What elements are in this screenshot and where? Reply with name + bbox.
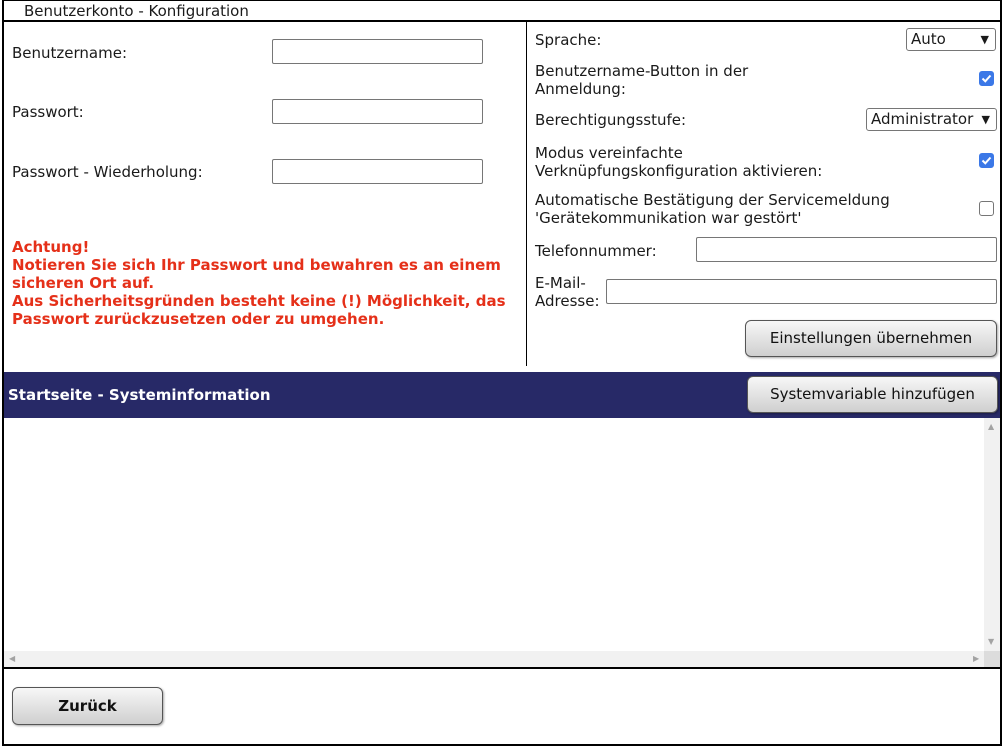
password-repeat-label: Passwort - Wiederholung:: [12, 163, 203, 181]
checkmark-icon: [981, 74, 992, 83]
dialog-title: Benutzerkonto - Konfiguration: [4, 0, 1000, 22]
settings-panel: Sprache: Auto ▼ Benutzername-Button in d…: [527, 22, 1002, 372]
email-label-line1: E-Mail-: [535, 274, 586, 292]
chevron-down-icon: ▼: [981, 113, 990, 126]
scroll-right-icon[interactable]: ▶: [973, 655, 979, 663]
auto-confirm-label-line2: 'Gerätekommunikation war gestört': [535, 209, 802, 227]
simplified-mode-checkbox[interactable]: [979, 153, 994, 168]
scroll-left-icon[interactable]: ◀: [9, 655, 15, 663]
system-info-list[interactable]: [4, 418, 1000, 668]
warning-line: Notieren Sie sich Ihr Passwort und bewah…: [12, 256, 501, 274]
simplified-mode-label-line1: Modus vereinfachte: [535, 144, 683, 162]
language-select-value: Auto: [911, 30, 946, 48]
username-button-checkbox[interactable]: [979, 71, 994, 86]
language-select[interactable]: Auto ▼: [906, 28, 996, 51]
scroll-down-icon[interactable]: ▼: [988, 638, 994, 646]
email-label-line2: Adresse:: [535, 292, 600, 310]
vertical-scrollbar[interactable]: ▲ ▼: [984, 418, 1000, 651]
phone-label: Telefonnummer:: [535, 242, 657, 260]
system-info-header: Startseite - Systeminformation Systemvar…: [4, 372, 1000, 418]
username-input[interactable]: [272, 39, 483, 64]
warning-line: Achtung!: [12, 238, 90, 256]
chevron-down-icon: ▼: [980, 33, 989, 46]
auto-confirm-label-line1: Automatische Bestätigung der Servicemeld…: [535, 191, 890, 209]
password-label: Passwort:: [12, 103, 84, 121]
username-label: Benutzername:: [12, 44, 128, 62]
auto-confirm-checkbox[interactable]: [979, 201, 994, 216]
scroll-up-icon[interactable]: ▲: [988, 423, 994, 431]
warning-line: Passwort zurückzusetzen oder zu umgehen.: [12, 310, 385, 328]
apply-settings-button[interactable]: Einstellungen übernehmen: [745, 320, 997, 357]
simplified-mode-label: Modus vereinfachte Verknüpfungskonfigura…: [535, 144, 822, 180]
permission-select-value: Administrator: [871, 110, 974, 128]
account-config-dialog: Benutzerkonto - Konfiguration Benutzerna…: [2, 0, 1002, 746]
add-system-variable-button[interactable]: Systemvariable hinzufügen: [747, 376, 998, 413]
checkmark-icon: [981, 156, 992, 165]
password-repeat-input[interactable]: [272, 159, 483, 184]
email-input[interactable]: [606, 279, 997, 304]
warning-line: sicheren Ort auf.: [12, 274, 155, 292]
phone-input[interactable]: [696, 237, 997, 262]
scrollbar-corner: [984, 651, 1000, 667]
language-label: Sprache:: [535, 31, 602, 49]
permission-label: Berechtigungsstufe:: [535, 111, 687, 129]
simplified-mode-label-line2: Verknüpfungskonfiguration aktivieren:: [535, 162, 823, 180]
password-warning: Achtung! Notieren Sie sich Ihr Passwort …: [12, 238, 517, 328]
auto-confirm-label: Automatische Bestätigung der Servicemeld…: [535, 191, 890, 227]
username-button-label: Benutzername-Button in der Anmeldung:: [535, 62, 748, 98]
horizontal-scrollbar[interactable]: ◀ ▶: [4, 651, 984, 667]
footer-divider: [4, 667, 1000, 669]
password-input[interactable]: [272, 99, 483, 124]
email-label: E-Mail- Adresse:: [535, 274, 600, 310]
account-panel: Benutzername: Passwort: Passwort - Wiede…: [4, 22, 527, 366]
warning-line: Aus Sicherheitsgründen besteht keine (!)…: [12, 292, 506, 310]
username-button-label-line2: Anmeldung:: [535, 80, 626, 98]
permission-select[interactable]: Administrator ▼: [866, 108, 997, 131]
username-button-label-line1: Benutzername-Button in der: [535, 62, 749, 80]
back-button[interactable]: Zurück: [12, 687, 163, 725]
section-title: Startseite - Systeminformation: [8, 386, 271, 404]
